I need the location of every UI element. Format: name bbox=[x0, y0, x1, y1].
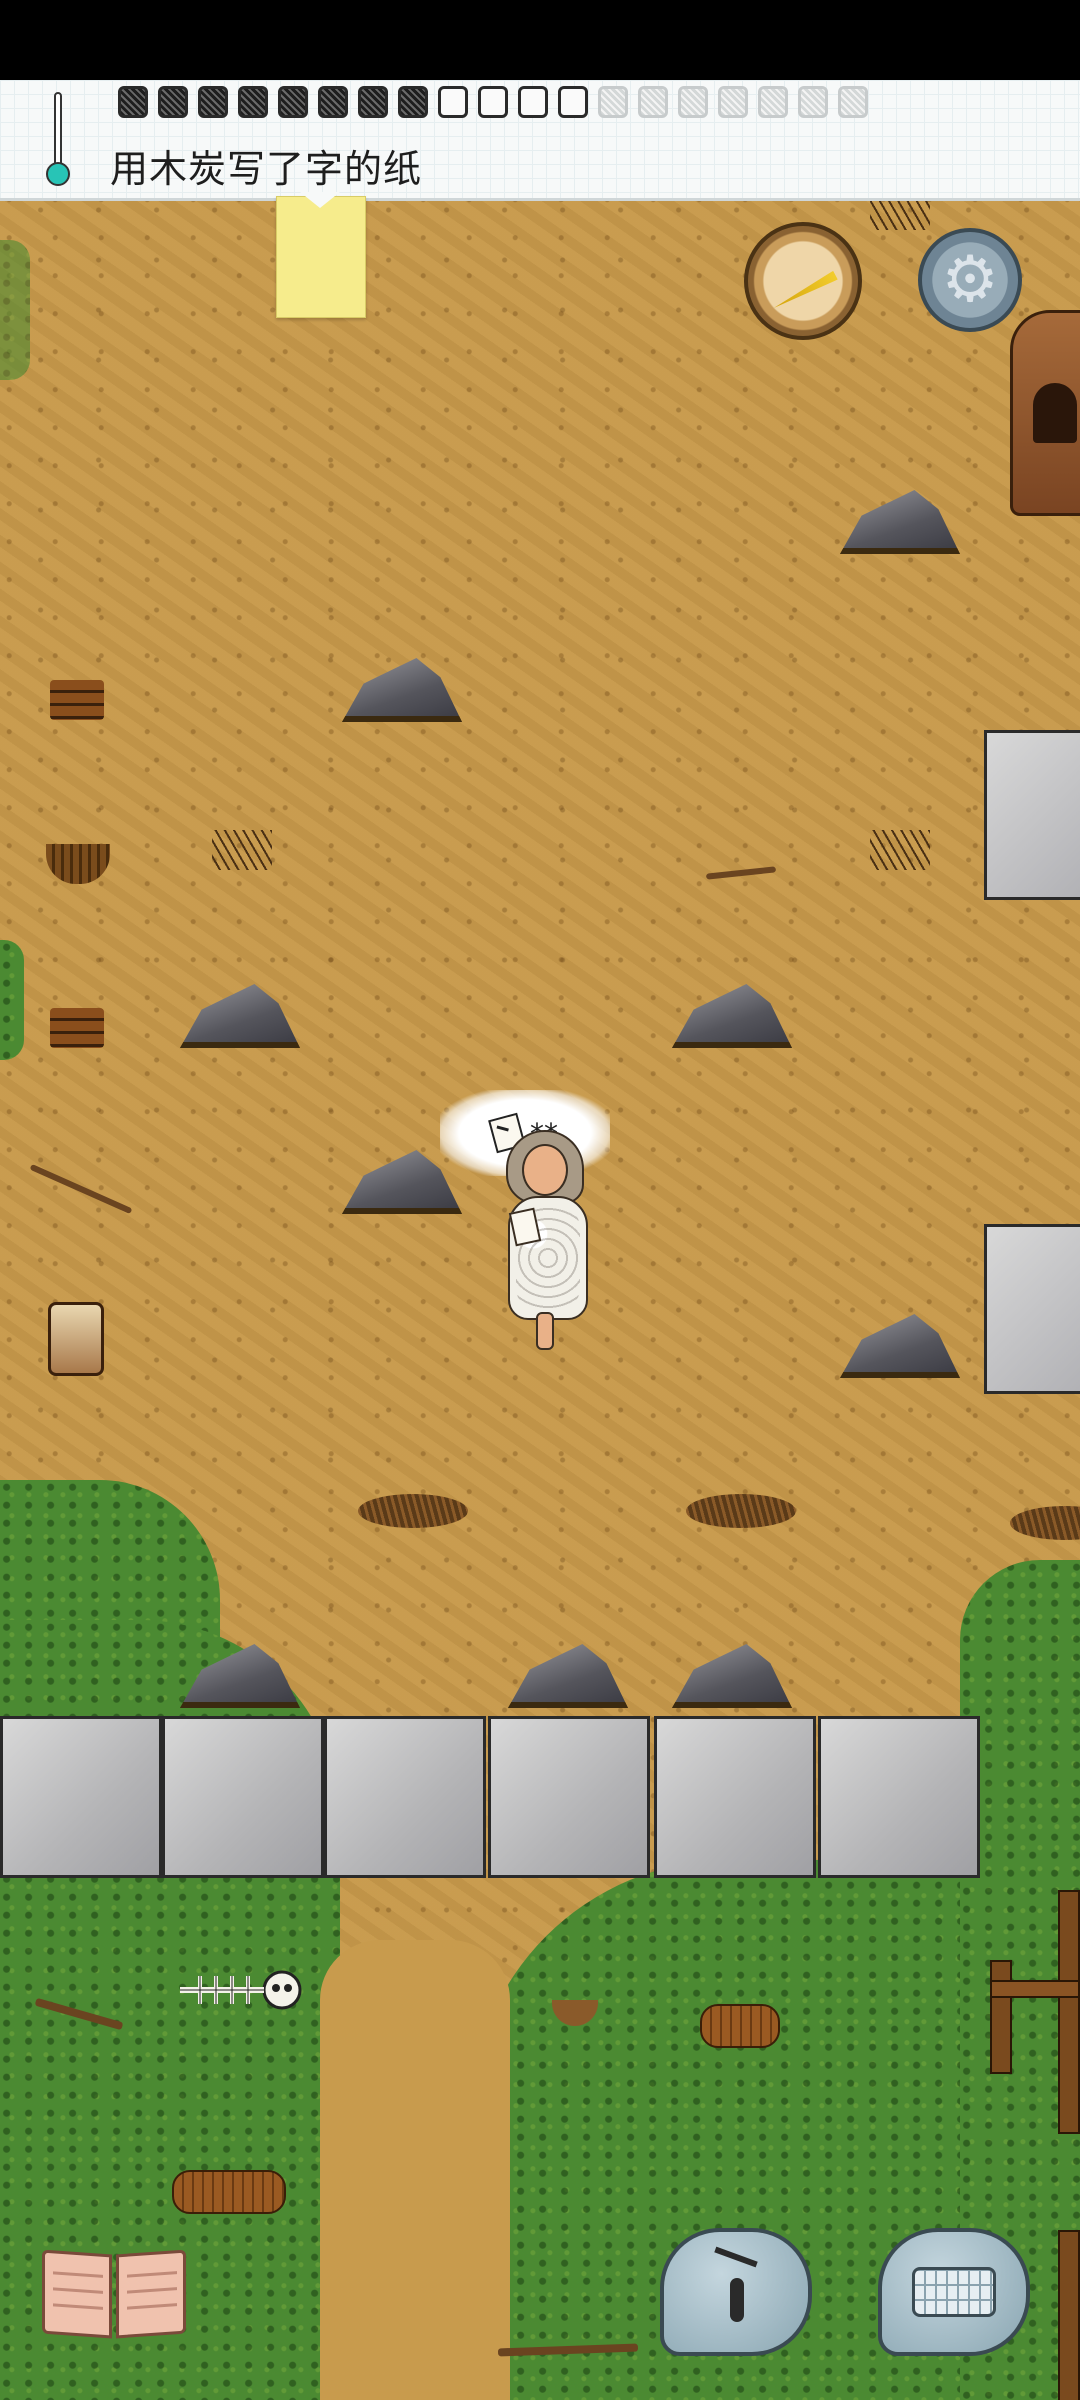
food-pip-full bbox=[118, 86, 148, 118]
nest[interactable] bbox=[358, 1494, 468, 1528]
status-bar bbox=[0, 0, 1080, 80]
food-pip-full bbox=[398, 86, 428, 118]
settings-button[interactable]: ⚙ bbox=[918, 228, 1022, 332]
book-line bbox=[53, 2287, 103, 2294]
food-pip-full bbox=[358, 86, 388, 118]
open-book-icon bbox=[116, 2249, 186, 2339]
food-pip-faint bbox=[678, 86, 708, 118]
food-pip-full bbox=[238, 86, 268, 118]
fence-post[interactable] bbox=[1058, 2230, 1080, 2400]
butt-log[interactable] bbox=[700, 2004, 780, 2048]
compass-icon[interactable] bbox=[744, 222, 862, 340]
food-meter bbox=[118, 86, 868, 118]
book-line bbox=[53, 2303, 103, 2310]
book-line bbox=[53, 2271, 103, 2278]
emote-button[interactable] bbox=[660, 2228, 812, 2356]
kindling[interactable] bbox=[870, 830, 930, 870]
book-line bbox=[127, 2287, 177, 2294]
skeleton-bones[interactable] bbox=[170, 1960, 320, 2020]
adobe-kiln[interactable] bbox=[1010, 310, 1080, 516]
food-pip-faint bbox=[758, 86, 788, 118]
food-pip-faint bbox=[598, 86, 628, 118]
tech-tree-book-button[interactable] bbox=[42, 2244, 188, 2340]
stone-wall-block[interactable] bbox=[162, 1716, 324, 1878]
clay-jar[interactable] bbox=[48, 1302, 104, 1376]
stone-wall-block[interactable] bbox=[488, 1716, 650, 1878]
stone-block[interactable] bbox=[984, 730, 1080, 900]
character-leg bbox=[536, 1312, 554, 1350]
book-line bbox=[127, 2271, 177, 2278]
food-pip-full bbox=[318, 86, 348, 118]
stone-block[interactable] bbox=[984, 1224, 1080, 1394]
butt-log[interactable] bbox=[172, 2170, 286, 2214]
stone-wall-block[interactable] bbox=[818, 1716, 980, 1878]
nest[interactable] bbox=[686, 1494, 796, 1528]
food-pip-full bbox=[278, 86, 308, 118]
food-pip-faint bbox=[638, 86, 668, 118]
game-world[interactable]: ** bbox=[0, 80, 1080, 2400]
dirt-path bbox=[320, 1940, 510, 2400]
fence-post[interactable] bbox=[990, 1960, 1012, 2074]
food-pip-faint bbox=[838, 86, 868, 118]
fence-post[interactable] bbox=[1058, 1890, 1080, 2134]
stone-wall-block[interactable] bbox=[324, 1716, 486, 1878]
open-book-icon bbox=[42, 2249, 112, 2339]
thermometer-icon bbox=[46, 92, 70, 192]
thermometer-tube bbox=[54, 92, 62, 172]
book-line bbox=[127, 2303, 177, 2310]
thermometer-bulb bbox=[46, 162, 70, 186]
food-pip-faint bbox=[798, 86, 828, 118]
held-item-label: 用木炭写了字的纸 bbox=[110, 147, 423, 191]
grass-patch bbox=[0, 240, 30, 380]
stone-wall-block[interactable] bbox=[0, 1716, 162, 1878]
firewood[interactable] bbox=[50, 1008, 104, 1048]
food-pip-empty bbox=[478, 86, 508, 118]
kiln-opening bbox=[1033, 383, 1077, 443]
game-screen[interactable]: ** 用木炭写了字的纸 ⚙ bbox=[0, 0, 1080, 2400]
food-pip-empty bbox=[518, 86, 548, 118]
gear-icon: ⚙ bbox=[941, 243, 999, 317]
food-pip-empty bbox=[558, 86, 588, 118]
kindling[interactable] bbox=[212, 830, 272, 870]
food-pip-full bbox=[198, 86, 228, 118]
character-face bbox=[522, 1144, 568, 1196]
food-pip-empty bbox=[438, 86, 468, 118]
compass-needle bbox=[771, 271, 838, 313]
sticky-note[interactable] bbox=[276, 196, 366, 318]
food-pip-full bbox=[158, 86, 188, 118]
fence-rail bbox=[990, 1980, 1080, 1998]
food-pip-faint bbox=[718, 86, 748, 118]
keyboard-chat-button[interactable] bbox=[878, 2228, 1030, 2356]
stone-wall-block[interactable] bbox=[654, 1716, 816, 1878]
grass-patch bbox=[0, 940, 24, 1060]
firewood[interactable] bbox=[50, 680, 104, 720]
keyboard-icon bbox=[912, 2267, 996, 2317]
player-character[interactable] bbox=[500, 1130, 600, 1350]
puppet-emote-icon bbox=[706, 2254, 766, 2330]
